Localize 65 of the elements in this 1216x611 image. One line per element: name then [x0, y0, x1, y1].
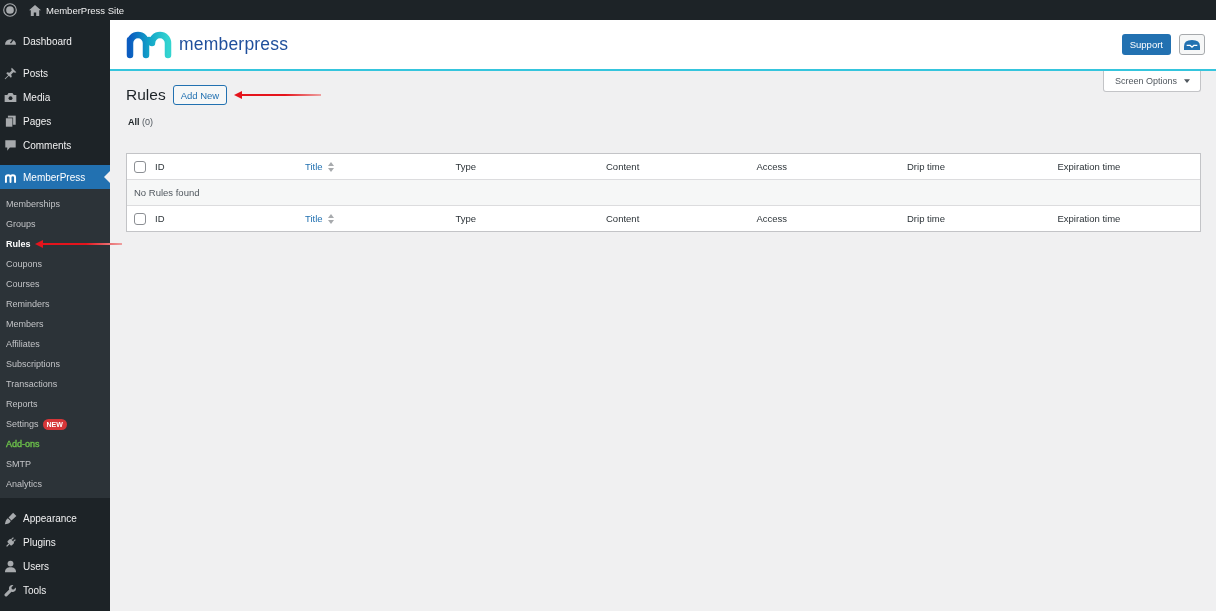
submenu-item[interactable]: Reminders [6, 299, 50, 309]
menu-item[interactable]: Appearance [4, 506, 77, 530]
submenu-item[interactable]: Analytics [6, 479, 42, 489]
column-header: Expiration time [1057, 213, 1121, 224]
support-button[interactable]: Support [1121, 34, 1171, 55]
view-filter-link[interactable]: All (0) [128, 117, 153, 127]
add-new-button[interactable]: Add New [172, 85, 228, 105]
submenu-item[interactable]: Subscriptions [6, 359, 61, 369]
column-header: Drip time [907, 213, 945, 224]
sort-icon [327, 213, 334, 224]
submenu-item[interactable]: Members [6, 319, 44, 329]
camera-icon [4, 90, 17, 104]
submenu-item[interactable]: Affiliates [6, 339, 40, 349]
menu-item[interactable]: Comments [4, 133, 72, 157]
inbox-tray-icon [1184, 39, 1200, 50]
column-header: Type [455, 213, 477, 224]
submenu-item[interactable]: Rules [6, 239, 31, 249]
menu-item[interactable]: MemberPress [0, 165, 110, 189]
column-header: Type [455, 161, 477, 172]
m-logo-icon [125, 30, 173, 59]
page-title: Rules [126, 85, 166, 105]
empty-message: No Rules found [134, 187, 200, 198]
inbox-button[interactable] [1179, 34, 1205, 55]
brand-name: memberpress [179, 34, 289, 55]
person-icon [4, 559, 17, 573]
column-header: ID [155, 161, 165, 172]
menu-item[interactable]: Media [4, 85, 51, 109]
pushpin-icon [4, 66, 17, 80]
column-header: Drip time [907, 161, 945, 172]
menu-item[interactable]: Tools [4, 578, 47, 602]
column-header: Content [606, 213, 640, 224]
wrench-icon [4, 583, 17, 597]
submenu-item[interactable]: Courses [6, 279, 40, 289]
column-header: ID [155, 213, 165, 224]
menu-item[interactable]: Plugins [4, 530, 56, 554]
submenu-item[interactable]: Memberships [6, 199, 61, 209]
circle-logo-icon[interactable] [3, 3, 17, 17]
paintbrush-icon [4, 511, 17, 525]
column-header: Access [756, 213, 788, 224]
plug-icon [4, 535, 17, 549]
column-header: Access [756, 161, 788, 172]
caret-icon [1184, 79, 1190, 83]
column-header: Expiration time [1057, 161, 1121, 172]
submenu-item[interactable]: Coupons [6, 259, 43, 269]
menu-item[interactable]: Users [4, 554, 50, 578]
select-all-checkbox[interactable] [134, 160, 146, 173]
sortable-column-header[interactable]: Title [305, 213, 334, 224]
sort-icon [327, 161, 334, 172]
menu-item[interactable]: Dashboard [4, 29, 72, 53]
submenu-item[interactable]: SMTP [6, 459, 31, 469]
document-stack-icon [4, 114, 17, 128]
menu-item[interactable]: Posts [4, 61, 48, 85]
submenu-item[interactable]: Add-ons [6, 439, 40, 449]
home-icon[interactable] [29, 4, 41, 16]
submenu-item[interactable]: Transactions [6, 379, 58, 389]
sortable-column-header[interactable]: Title [305, 161, 334, 172]
site-name-link[interactable]: MemberPress Site [46, 4, 125, 16]
submenu-item[interactable]: Reports [6, 399, 38, 409]
speech-bubble-icon [4, 138, 17, 152]
column-header: Content [606, 161, 640, 172]
submenu-item[interactable]: Groups [6, 219, 36, 229]
screen-options-button[interactable]: Screen Options [1102, 71, 1201, 92]
submenu-item[interactable]: Settings [6, 419, 39, 429]
menu-item[interactable]: Pages [4, 109, 52, 133]
select-all-checkbox[interactable] [134, 212, 146, 225]
